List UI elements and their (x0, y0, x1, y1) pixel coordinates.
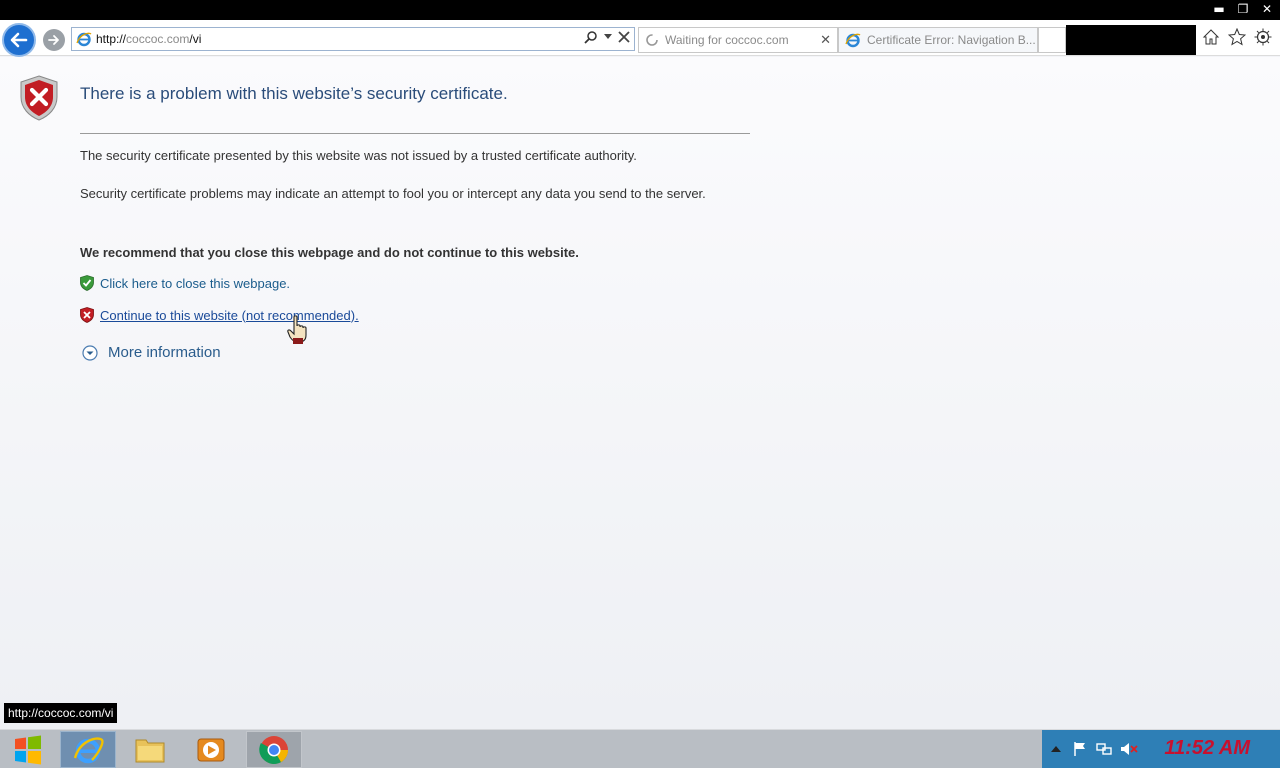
address-url: http://coccoc.com/vi (96, 32, 201, 46)
security-shield-error-icon (20, 75, 58, 121)
taskbar-file-explorer-button[interactable] (122, 731, 178, 768)
start-button[interactable] (0, 731, 56, 768)
restore-button[interactable]: ❐ (1236, 2, 1250, 16)
cert-explanation-text: The security certificate presented by th… (80, 148, 637, 163)
url-path: /vi (189, 32, 202, 46)
home-icon[interactable] (1202, 28, 1220, 46)
loading-spinner-icon (646, 34, 658, 46)
taskbar-ie-button[interactable] (60, 731, 116, 768)
forward-arrow-icon (48, 35, 59, 45)
dropdown-arrow-icon[interactable] (604, 34, 612, 40)
file-explorer-icon (135, 739, 165, 762)
tab-bar-blank-area (1066, 25, 1196, 55)
search-icon[interactable] (584, 30, 598, 44)
favorites-star-icon[interactable] (1228, 28, 1246, 46)
divider (80, 133, 750, 134)
tab-waiting[interactable]: Waiting for coccoc.com ✕ (638, 27, 838, 53)
volume-muted-icon[interactable] (1120, 741, 1138, 757)
page-title: There is a problem with this website’s s… (80, 84, 508, 103)
chrome-icon (259, 735, 288, 764)
stop-icon[interactable] (618, 31, 630, 43)
continue-to-website-link-label[interactable]: Continue to this website (not recommende… (100, 308, 359, 323)
continue-to-website-link[interactable]: Continue to this website (not recommende… (80, 307, 359, 323)
page-content: There is a problem with this website’s s… (0, 57, 1280, 729)
back-button[interactable] (2, 23, 36, 57)
tab-certificate-error[interactable]: Certificate Error: Navigation B... (838, 27, 1038, 53)
chevron-down-circle-icon (82, 344, 98, 361)
taskbar-chrome-button[interactable] (246, 731, 302, 768)
start-icon (15, 735, 41, 764)
taskbar: 11:52 AM (0, 729, 1280, 768)
system-tray: 11:52 AM (1042, 730, 1280, 768)
status-url-tooltip: http://coccoc.com/vi (4, 703, 118, 723)
green-shield-check-icon (80, 275, 94, 291)
action-center-flag-icon[interactable] (1072, 741, 1088, 757)
clock[interactable]: 11:52 AM (1164, 737, 1250, 760)
tab-label: Waiting for coccoc.com (665, 33, 789, 47)
ie-icon (845, 33, 861, 48)
recommendation-text: We recommend that you close this webpage… (80, 245, 579, 260)
url-prefix: http:// (96, 32, 127, 46)
url-domain: coccoc.com (126, 32, 190, 46)
ie-icon (76, 32, 92, 47)
address-bar[interactable]: http://coccoc.com/vi (71, 27, 635, 51)
more-information-label: More information (108, 344, 221, 361)
close-webpage-link-label[interactable]: Click here to close this webpage. (100, 276, 290, 291)
show-hidden-icons-icon[interactable] (1048, 741, 1064, 757)
close-window-button[interactable]: ✕ (1260, 2, 1274, 16)
forward-button[interactable] (43, 29, 65, 51)
ie-icon (73, 736, 104, 763)
red-shield-x-icon (80, 307, 94, 323)
close-tab-icon[interactable]: ✕ (820, 32, 831, 48)
close-webpage-link[interactable]: Click here to close this webpage. (80, 275, 290, 291)
media-player-icon (197, 738, 225, 761)
taskbar-media-player-button[interactable] (183, 731, 239, 768)
settings-gear-icon[interactable] (1254, 28, 1272, 46)
minimize-button[interactable]: ▬ (1212, 2, 1226, 16)
window-title-bar: ▬ ❐ ✕ (0, 0, 1280, 20)
new-tab-button[interactable] (1038, 27, 1066, 53)
hand-cursor-icon (287, 315, 307, 344)
network-icon[interactable] (1096, 741, 1112, 757)
navigation-bar: http://coccoc.com/vi Waiting for coccoc.… (0, 20, 1280, 57)
cert-warning-text: Security certificate problems may indica… (80, 186, 706, 201)
more-information-toggle[interactable]: More information (82, 344, 221, 361)
tab-label: Certificate Error: Navigation B... (867, 33, 1036, 47)
back-arrow-icon (10, 32, 28, 48)
